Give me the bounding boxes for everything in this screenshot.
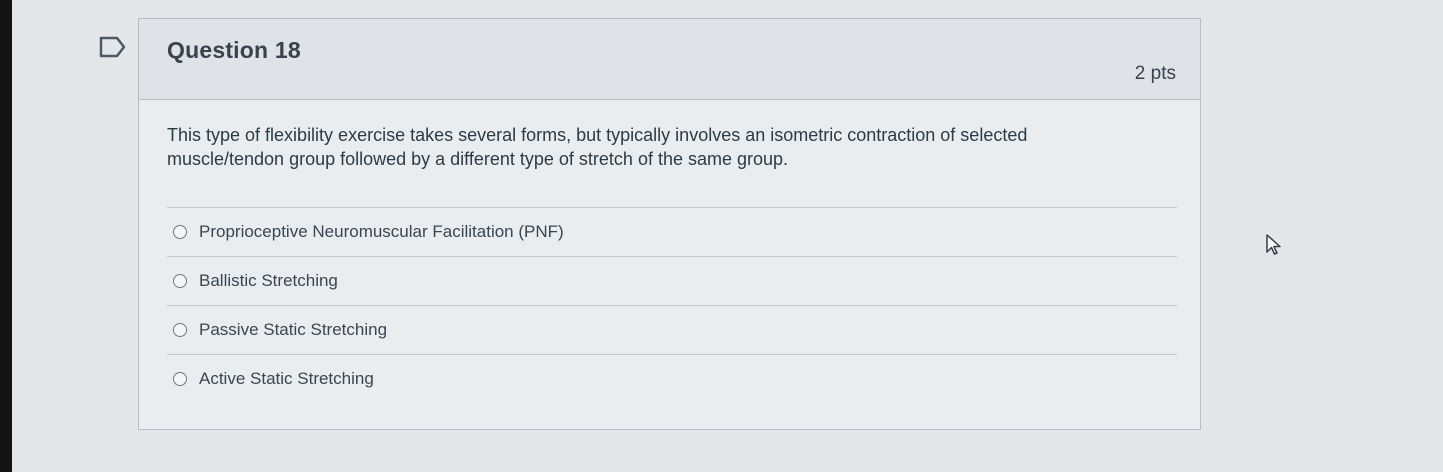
question-points: 2 pts — [1134, 63, 1176, 84]
question-title: Question 18 — [167, 37, 301, 63]
mouse-pointer-icon — [1266, 234, 1281, 255]
answer-option[interactable]: Proprioceptive Neuromuscular Facilitatio… — [167, 207, 1177, 256]
answer-option[interactable]: Passive Static Stretching — [167, 305, 1177, 354]
answer-label: Passive Static Stretching — [199, 320, 388, 339]
radio-button[interactable] — [173, 323, 187, 337]
question-text: This type of flexibility exercise takes … — [167, 125, 1028, 169]
radio-button[interactable] — [173, 225, 187, 239]
question-header: Question 18 2 pts — [139, 19, 1200, 100]
flag-question-icon[interactable] — [99, 36, 127, 58]
answer-label: Active Static Stretching — [199, 369, 374, 388]
answer-list: Proprioceptive Neuromuscular Facilitatio… — [167, 207, 1177, 403]
radio-button[interactable] — [173, 372, 187, 386]
screen-edge — [0, 0, 12, 472]
answer-label: Proprioceptive Neuromuscular Facilitatio… — [199, 222, 564, 241]
answer-option[interactable]: Active Static Stretching — [167, 354, 1177, 403]
answer-label: Ballistic Stretching — [199, 271, 338, 290]
answer-option[interactable]: Ballistic Stretching — [167, 256, 1177, 305]
radio-button[interactable] — [173, 274, 187, 288]
question-card: Question 18 2 pts This type of flexibili… — [138, 18, 1201, 430]
